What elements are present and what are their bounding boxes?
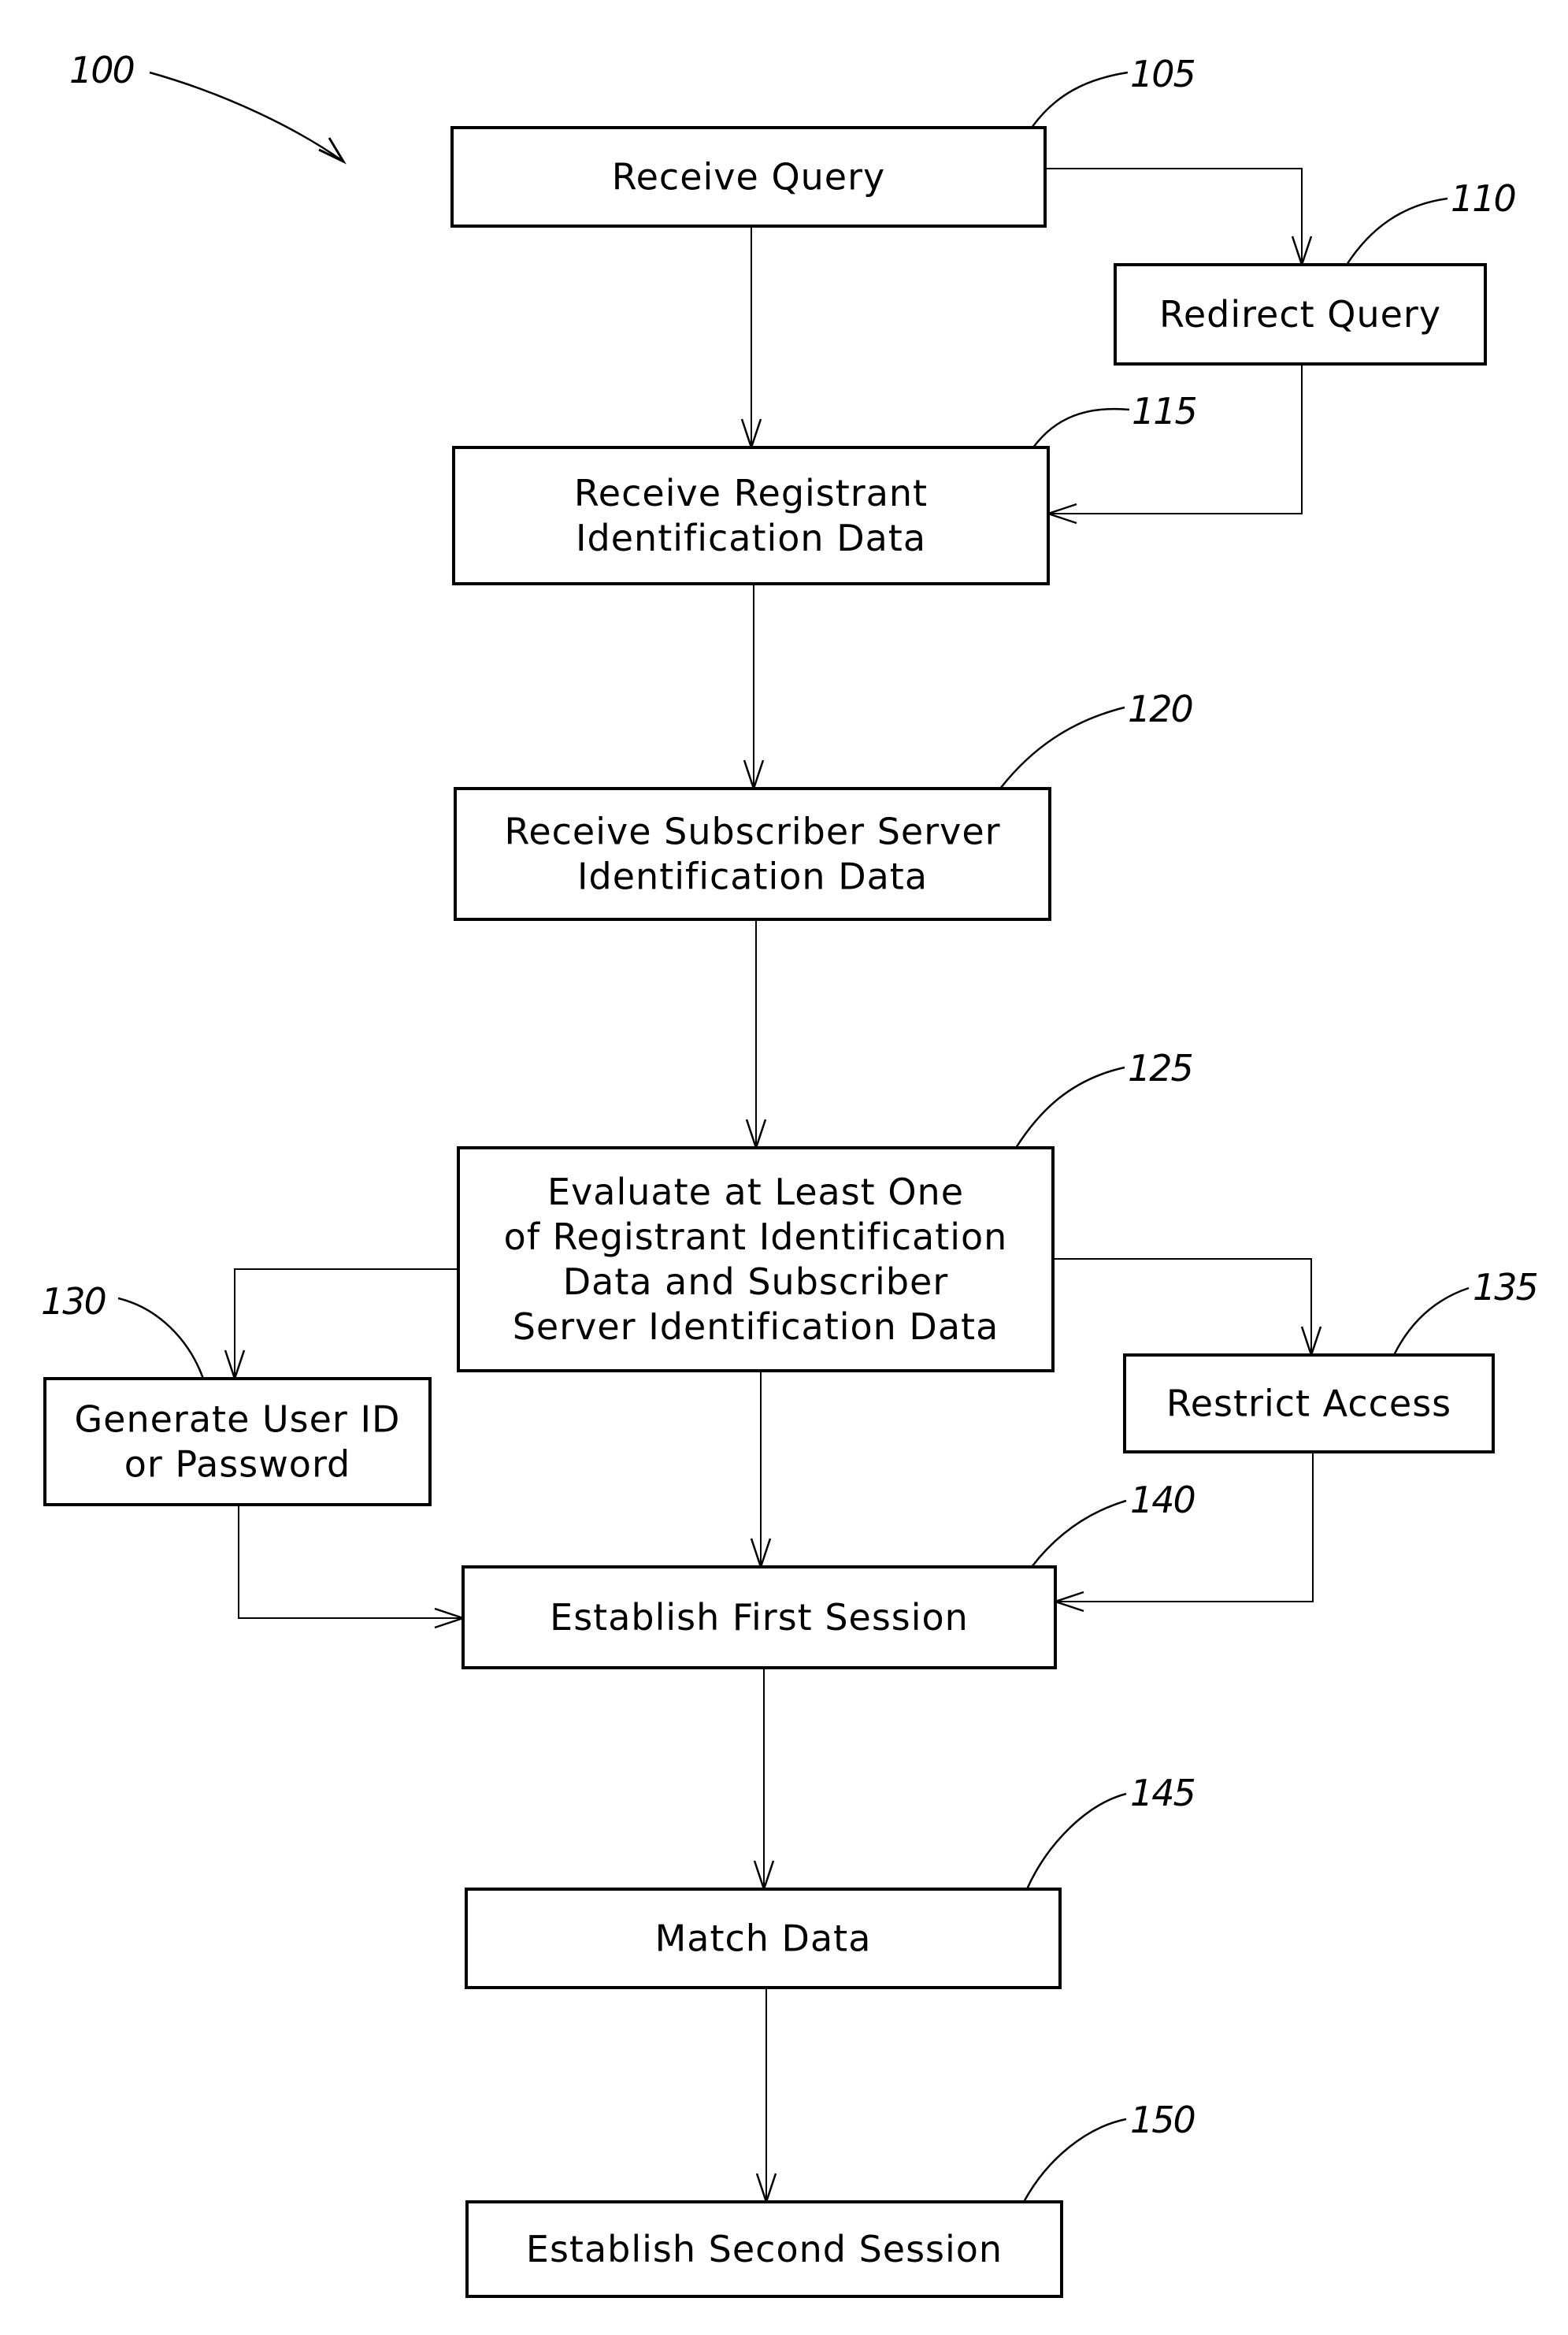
- steps: Receive Query 105 Redirect Query 110 Receive…: [41, 53, 1539, 2298]
- step-label-line: Receive Registrant: [574, 472, 928, 514]
- step-reference-number: 110: [1451, 177, 1515, 220]
- figure-reference-arrow: [149, 71, 344, 163]
- step-label-line: Establish First Session: [550, 1596, 969, 1639]
- step-reference-number: 125: [1128, 1047, 1192, 1090]
- step-label-line: or Password: [124, 1443, 351, 1486]
- step-box: [452, 446, 1050, 585]
- step-105: Receive Query 105: [450, 53, 1196, 228]
- connector-130-140: [238, 1505, 463, 1618]
- reference-leader-line: [1030, 71, 1129, 128]
- reference-leader-line: [117, 1297, 205, 1379]
- step-reference-number: 135: [1473, 1266, 1537, 1309]
- step-label-line: Data and Subscriber: [563, 1260, 949, 1303]
- step-reference-number: 145: [1130, 1772, 1195, 1814]
- step-label-line: Identification Data: [576, 517, 926, 559]
- connector-125-130: [235, 1268, 458, 1379]
- step-reference-number: 105: [1130, 53, 1195, 95]
- step-reference-number: 120: [1128, 688, 1192, 730]
- step-135: Restrict Access 135: [1123, 1266, 1539, 1453]
- reference-leader-line: [1025, 1792, 1127, 1890]
- reference-leader-line: [999, 706, 1125, 789]
- step-110: Redirect Query 110: [1114, 177, 1517, 366]
- step-label-line: Restrict Access: [1166, 1383, 1451, 1425]
- step-label-line: of Registrant Identification: [504, 1216, 1008, 1258]
- step-reference-number: 150: [1130, 2099, 1195, 2141]
- reference-leader-line: [1031, 1499, 1127, 1568]
- step-150: Establish Second Session 150: [465, 2099, 1196, 2298]
- reference-leader-line: [1345, 197, 1448, 265]
- step-label-line: Evaluate at Least One: [547, 1171, 964, 1213]
- step-label-line: Server Identification Data: [513, 1305, 999, 1348]
- step-label-line: Establish Second Session: [526, 2228, 1003, 2270]
- step-125: Evaluate at Least Oneof Registrant Ident…: [457, 1047, 1194, 1372]
- connector-110-115: [1048, 364, 1303, 514]
- step-115: Receive RegistrantIdentification Data 115: [452, 390, 1198, 585]
- figure-reference: 100: [69, 49, 347, 165]
- flowchart: 100 Receive Query105Redirect Query110Rec…: [41, 49, 1539, 2298]
- step-145: Match Data 145: [465, 1772, 1196, 1989]
- step-140: Establish First Session 140: [462, 1479, 1196, 1669]
- connector-105-110: [1045, 168, 1302, 265]
- step-label-line: Redirect Query: [1159, 293, 1441, 336]
- step-120: Receive Subscriber ServerIdentification …: [454, 688, 1194, 921]
- connector-125-135: [1053, 1258, 1311, 1355]
- step-reference-number: 140: [1130, 1479, 1195, 1521]
- reference-leader-line: [1032, 407, 1130, 448]
- step-reference-number: 115: [1132, 390, 1196, 432]
- figure-reference-label: 100: [69, 49, 134, 91]
- step-box: [454, 787, 1051, 921]
- step-label-line: Identification Data: [577, 856, 928, 898]
- reference-leader-line: [1022, 2118, 1127, 2203]
- reference-leader-line: [1014, 1066, 1125, 1149]
- step-label-line: Match Data: [655, 1917, 872, 1960]
- connector-135-140: [1055, 1452, 1314, 1602]
- step-label-line: Receive Query: [612, 156, 886, 199]
- step-label-line: Receive Subscriber Server: [504, 811, 1000, 853]
- reference-leader-line: [1392, 1286, 1470, 1356]
- step-reference-number: 130: [41, 1280, 106, 1323]
- step-label-line: Generate User ID: [75, 1398, 401, 1441]
